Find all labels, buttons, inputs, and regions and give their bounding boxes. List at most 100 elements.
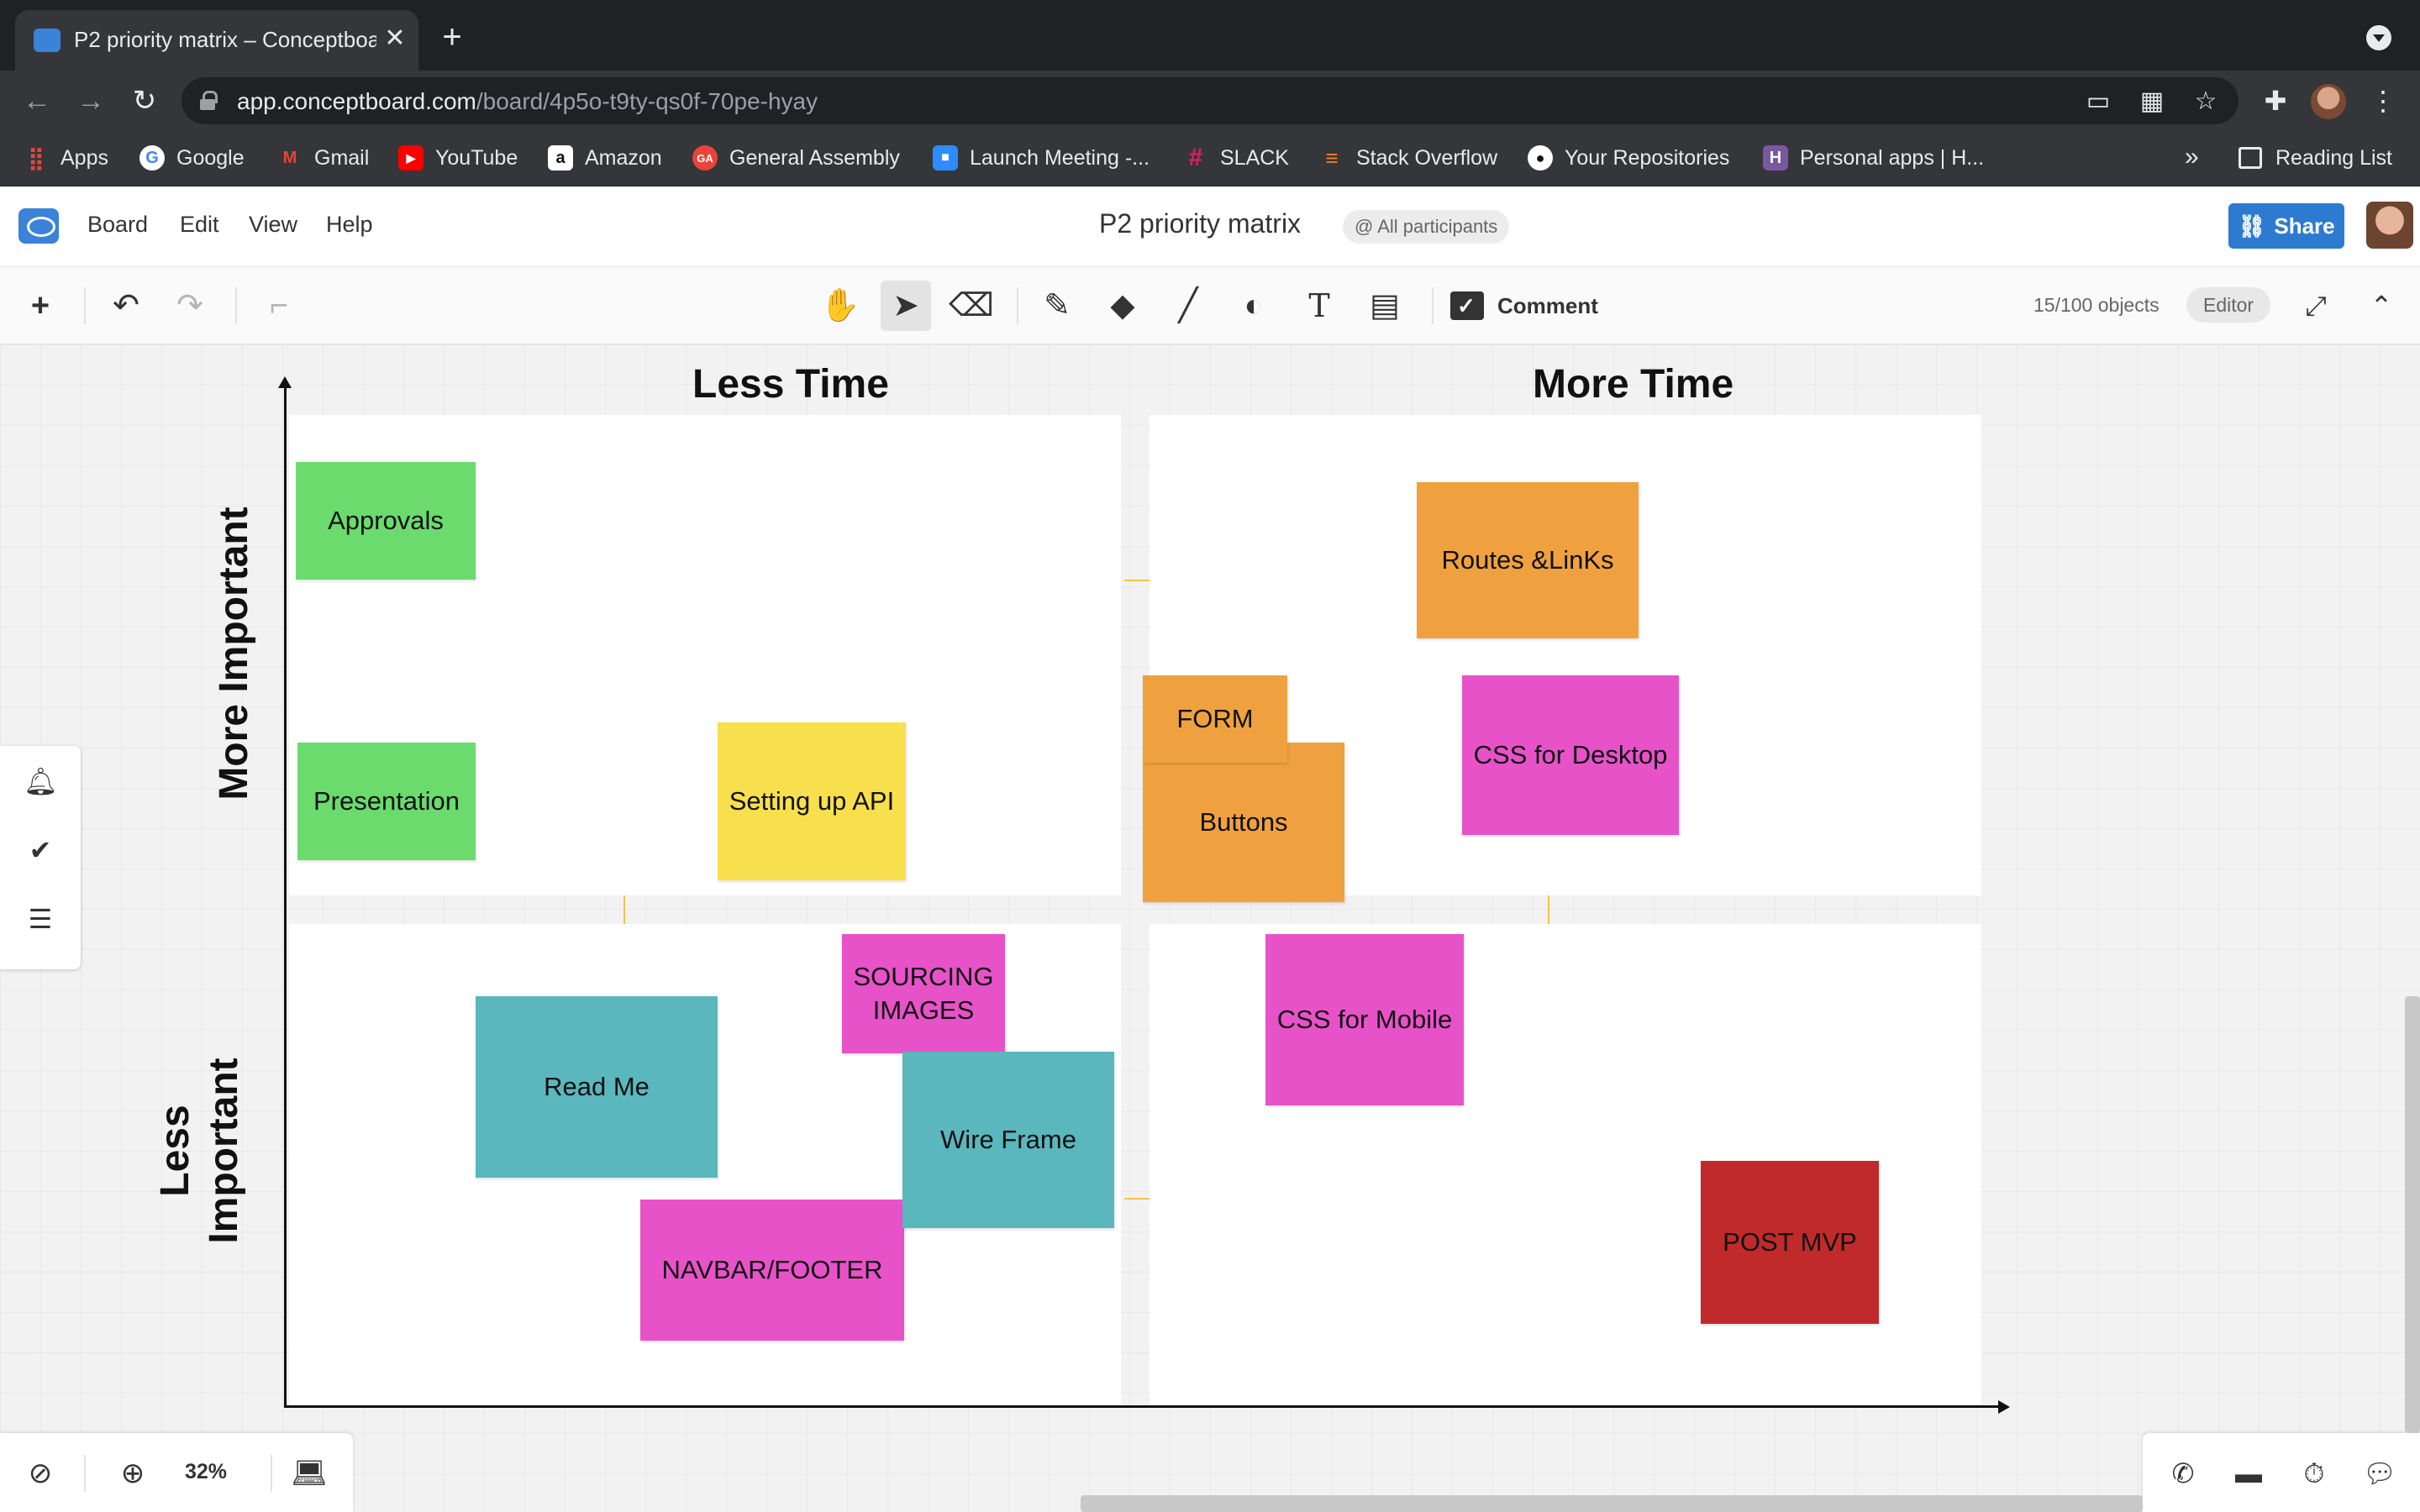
line-icon[interactable]: ╱ bbox=[1163, 281, 1213, 331]
link-icon: ⛓ bbox=[2238, 213, 2266, 239]
bookmark-label: Apps bbox=[60, 145, 108, 170]
presentation-laptop-icon[interactable]: 💻︎ bbox=[291, 1455, 328, 1492]
board-canvas[interactable]: Less Time More Time More Important Less I… bbox=[0, 344, 2420, 1512]
comment-button[interactable]: Comment bbox=[1450, 287, 1598, 324]
bookmark-your-repositories[interactable]: ● Your Repositories bbox=[1528, 143, 1729, 173]
address-bar[interactable]: app.conceptboard.com/board/4p5o-t9ty-qs0… bbox=[182, 77, 2238, 124]
bookmark-star-icon[interactable]: ☆ bbox=[2191, 87, 2220, 116]
back-icon[interactable]: ← bbox=[18, 82, 55, 119]
sticky-note-presentation[interactable]: Presentation bbox=[297, 743, 476, 860]
forward-icon[interactable]: → bbox=[72, 82, 109, 119]
text-icon[interactable]: T bbox=[1294, 281, 1344, 331]
stackoverflow-icon: ≡ bbox=[1325, 144, 1339, 171]
qr-code-icon[interactable]: ▦ bbox=[2138, 87, 2166, 116]
menu-help[interactable]: Help bbox=[326, 212, 373, 238]
sticky-note-setting-up-api[interactable]: Setting up API bbox=[718, 722, 906, 880]
sticky-note-css-desktop[interactable]: CSS for Desktop bbox=[1462, 675, 1679, 835]
slack-icon: # bbox=[1188, 144, 1203, 171]
sticky-note-icon[interactable]: ▤ bbox=[1360, 281, 1410, 331]
connector-tick bbox=[1124, 580, 1150, 581]
add-icon[interactable]: + bbox=[15, 281, 66, 331]
tab-close-icon[interactable]: ✕ bbox=[378, 22, 412, 55]
url-path: /board/4p5o-t9ty-qs0f-70pe-hyay bbox=[476, 88, 818, 114]
zoom-icon: ■ bbox=[933, 145, 958, 171]
share-button[interactable]: ⛓ Share bbox=[2228, 203, 2344, 249]
chrome-menu-icon[interactable]: ⋮ bbox=[2365, 82, 2402, 119]
bookmark-personal-apps[interactable]: H Personal apps | H... bbox=[1763, 143, 1984, 173]
conceptboard-logo-icon[interactable] bbox=[18, 208, 59, 244]
select-cursor-icon[interactable]: ➤ bbox=[881, 281, 931, 331]
bookmark-stack-overflow[interactable]: ≡ Stack Overflow bbox=[1319, 143, 1497, 173]
bookmark-label: Gmail bbox=[314, 145, 370, 170]
profile-avatar[interactable] bbox=[2311, 84, 2346, 119]
bookmark-amazon[interactable]: a Amazon bbox=[548, 143, 662, 173]
notifications-bell-icon[interactable]: 🔔︎ bbox=[24, 764, 58, 798]
sticky-note-form[interactable]: FORM bbox=[1143, 675, 1287, 763]
bookmark-label: Your Repositories bbox=[1565, 145, 1730, 170]
bookmark-slack[interactable]: # SLACK bbox=[1183, 143, 1289, 173]
bookmark-youtube[interactable]: ▶ YouTube bbox=[398, 143, 518, 173]
tasks-check-icon[interactable]: ✔ bbox=[24, 833, 57, 867]
eraser-icon[interactable]: ⌫ bbox=[946, 281, 997, 331]
toolbar-divider bbox=[1017, 287, 1018, 324]
url-text[interactable]: app.conceptboard.com/board/4p5o-t9ty-qs0… bbox=[237, 88, 818, 115]
marker-icon[interactable]: ◆ bbox=[1097, 281, 1148, 331]
new-tab-icon[interactable]: + bbox=[435, 20, 469, 54]
sticky-note-css-mobile[interactable]: CSS for Mobile bbox=[1265, 934, 1464, 1105]
row-header-line-1: Less bbox=[153, 1105, 197, 1197]
zoom-level[interactable]: 32% bbox=[185, 1460, 227, 1484]
bookmark-google[interactable]: G Google bbox=[139, 143, 245, 173]
bookmark-general-assembly[interactable]: GA General Assembly bbox=[692, 143, 900, 173]
x-axis-arrow bbox=[284, 1400, 2010, 1414]
board-title[interactable]: P2 priority matrix bbox=[1099, 208, 1301, 239]
menu-edit[interactable]: Edit bbox=[180, 212, 219, 238]
list-icon[interactable]: ☰ bbox=[24, 902, 57, 936]
extensions-puzzle-icon[interactable]: ✚ bbox=[2257, 82, 2294, 119]
cast-icon[interactable]: ▭ bbox=[2084, 87, 2112, 116]
sticky-note-routes-links[interactable]: Routes &LinKs bbox=[1417, 482, 1639, 638]
reload-icon[interactable]: ↻ bbox=[126, 82, 163, 119]
menu-board[interactable]: Board bbox=[87, 212, 148, 238]
screen-share-icon[interactable]: ▬ bbox=[2230, 1455, 2267, 1492]
fullscreen-icon[interactable]: ⤢ bbox=[2291, 281, 2341, 331]
object-count: 15/100 objects bbox=[2033, 294, 2160, 316]
reading-list-button[interactable]: Reading List bbox=[2238, 143, 2392, 173]
sticky-note-sourcing-images[interactable]: SOURCING IMAGES bbox=[842, 934, 1005, 1053]
pen-icon[interactable]: ✎ bbox=[1032, 281, 1082, 331]
google-icon: G bbox=[139, 145, 165, 171]
user-avatar[interactable] bbox=[2366, 202, 2413, 249]
compass-icon[interactable]: ⊘ bbox=[22, 1455, 59, 1492]
bookmark-launch-meeting[interactable]: ■ Launch Meeting -... bbox=[933, 143, 1150, 173]
sticky-note-buttons[interactable]: Buttons bbox=[1143, 743, 1344, 902]
sticky-note-navbar-footer[interactable]: NAVBAR/FOOTER bbox=[640, 1200, 904, 1341]
participants-badge[interactable]: @ All participants bbox=[1343, 210, 1510, 244]
vertical-scrollbar[interactable] bbox=[2405, 996, 2420, 1433]
timer-icon[interactable]: ⏱︎ bbox=[2296, 1455, 2333, 1492]
bookmark-apps[interactable]: ⣿ Apps bbox=[24, 143, 108, 173]
phone-icon[interactable]: ✆ bbox=[2165, 1455, 2202, 1492]
toolbar-divider bbox=[235, 287, 237, 324]
sticky-note-read-me[interactable]: Read Me bbox=[476, 996, 718, 1178]
browser-tab[interactable]: P2 priority matrix – Conceptboard ✕ bbox=[15, 10, 418, 71]
sticky-note-wire-frame[interactable]: Wire Frame bbox=[902, 1052, 1114, 1228]
undo-icon[interactable]: ↶ bbox=[101, 281, 151, 331]
redo-icon[interactable]: ↷ bbox=[165, 281, 215, 331]
toolbar-divider bbox=[84, 287, 86, 324]
collapse-toolbar-icon[interactable]: ⌃ bbox=[2356, 281, 2407, 331]
menu-view[interactable]: View bbox=[249, 212, 297, 238]
bookmark-label: Personal apps | H... bbox=[1800, 145, 1985, 170]
bookmark-gmail[interactable]: M Gmail bbox=[277, 143, 370, 173]
connector-tick bbox=[623, 895, 625, 924]
hand-tool-icon[interactable]: ✋ bbox=[815, 281, 865, 331]
more-bookmarks-icon[interactable]: » bbox=[2185, 143, 2199, 171]
chat-icon[interactable]: 💬︎ bbox=[2361, 1455, 2398, 1492]
bookmark-label: SLACK bbox=[1220, 145, 1289, 170]
shapes-icon[interactable]: ◐ bbox=[1228, 281, 1279, 331]
tab-search-icon[interactable] bbox=[2366, 25, 2391, 50]
format-painter-icon[interactable]: ⌐ bbox=[254, 281, 304, 331]
horizontal-scrollbar[interactable] bbox=[1081, 1495, 2143, 1512]
toolbar-divider bbox=[1432, 287, 1434, 324]
sticky-note-post-mvp[interactable]: POST MVP bbox=[1701, 1161, 1879, 1324]
zoom-in-icon[interactable]: ⊕ bbox=[114, 1455, 151, 1492]
sticky-note-approvals[interactable]: Approvals bbox=[296, 462, 476, 580]
